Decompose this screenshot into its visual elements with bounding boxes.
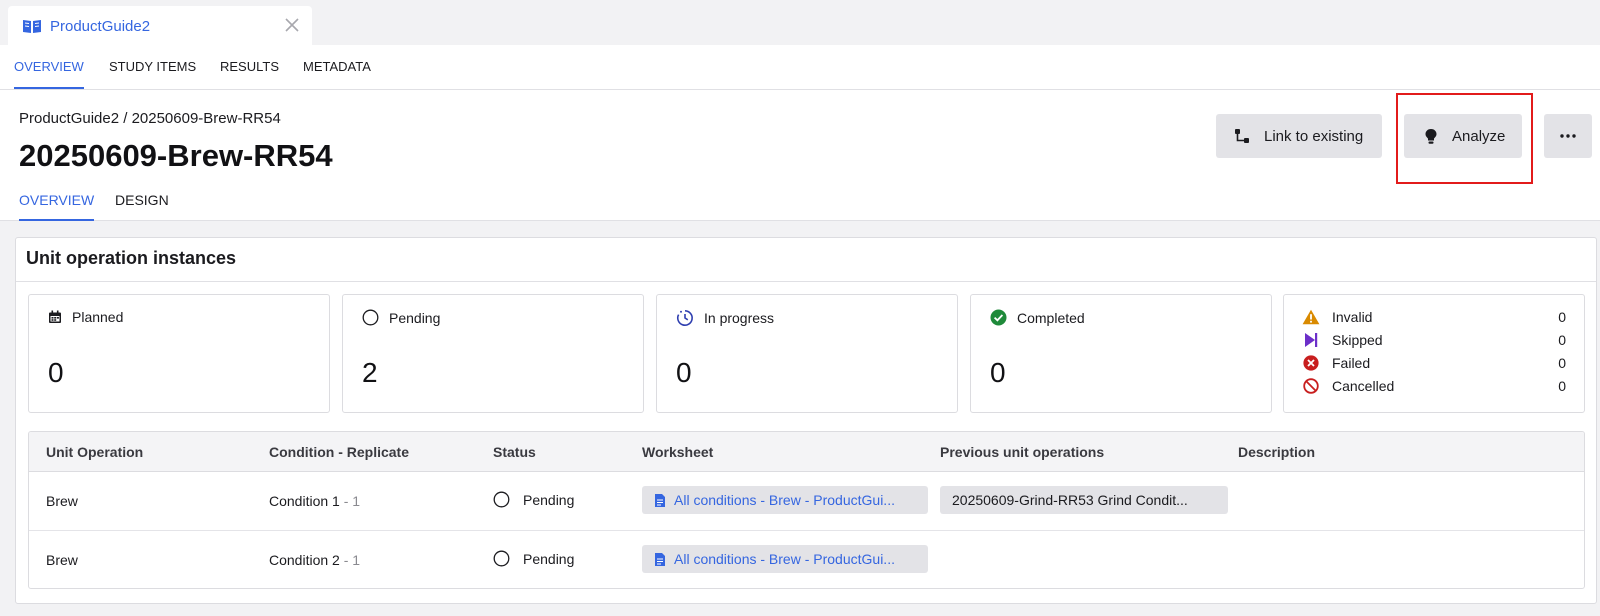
stat-completed-value: 0 — [990, 357, 1006, 388]
other-statuses-panel: Invalid 0 Skipped 0 Failed 0 Cancelled 0 — [1283, 294, 1585, 413]
tab-metadata[interactable]: METADATA — [303, 45, 371, 89]
no-entry-icon — [1303, 378, 1319, 394]
stat-completed: Completed 0 — [970, 294, 1272, 413]
close-icon[interactable] — [282, 15, 302, 35]
unit-operation-instances-card: Unit operation instances Planned 0 Pendi… — [15, 237, 1597, 604]
progress-circle-icon — [676, 310, 693, 326]
stat-pending: Pending 2 — [342, 294, 644, 413]
status-cancelled-row: Cancelled 0 — [1302, 376, 1566, 396]
condition-name: Condition 2 — [269, 552, 340, 568]
previous-unit-operation-chip[interactable]: 20250609-Grind-RR53 Grind Condit... — [940, 486, 1228, 514]
document-tab-title: ProductGuide2 — [50, 17, 151, 35]
page-header: ProductGuide2 / 20250609-Brew-RR54 20250… — [0, 90, 1600, 221]
stat-pending-label: Pending — [389, 309, 441, 326]
breadcrumb[interactable]: ProductGuide2 / 20250609-Brew-RR54 — [19, 110, 281, 127]
table-header: Unit Operation Condition - Replicate Sta… — [29, 432, 1584, 472]
table-row[interactable]: Brew Condition 2 - 1 Pending All conditi… — [29, 531, 1584, 588]
card-title: Unit operation instances — [26, 248, 237, 268]
stat-pending-value: 2 — [362, 357, 378, 388]
table-row[interactable]: Brew Condition 1 - 1 Pending All conditi… — [29, 472, 1584, 531]
replicate-number: - 1 — [339, 552, 361, 568]
cell-status: Pending — [493, 550, 574, 567]
tab-study-items[interactable]: STUDY ITEMS — [109, 45, 196, 89]
page-title: 20250609-Brew-RR54 — [19, 138, 333, 173]
worksheet-link[interactable]: All conditions - Brew - ProductGui... — [642, 545, 928, 573]
skip-icon — [1305, 333, 1318, 347]
status-failed-label: Failed — [1332, 355, 1371, 371]
tab-results[interactable]: RESULTS — [220, 45, 279, 89]
analyze-label: Analyze — [1452, 127, 1506, 145]
subtab-overview[interactable]: OVERVIEW — [19, 192, 95, 221]
empty-circle-icon — [493, 550, 510, 567]
document-icon — [655, 552, 665, 566]
calendar-icon — [49, 310, 61, 323]
book-icon — [23, 20, 41, 33]
link-to-existing-button[interactable]: Link to existing — [1216, 114, 1382, 158]
status-skipped-count: 0 — [1558, 332, 1566, 348]
status-label: Pending — [523, 550, 575, 567]
stat-in-progress-label: In progress — [704, 310, 775, 326]
stat-planned-label: Planned — [72, 309, 124, 325]
status-skipped-label: Skipped — [1332, 332, 1383, 348]
tab-overview[interactable]: OVERVIEW — [14, 45, 84, 89]
column-status[interactable]: Status — [493, 444, 536, 460]
cell-unit-operation: Brew — [46, 552, 78, 568]
main-nav-tabs: OVERVIEW STUDY ITEMS RESULTS METADATA — [0, 45, 1600, 90]
stat-planned-value: 0 — [48, 357, 64, 388]
more-horizontal-icon — [1560, 134, 1576, 138]
check-circle-icon — [990, 309, 1007, 326]
status-failed-row: Failed 0 — [1302, 353, 1566, 373]
more-actions-button[interactable] — [1544, 114, 1592, 158]
lightbulb-icon — [1425, 128, 1437, 144]
column-condition-replicate[interactable]: Condition - Replicate — [269, 444, 409, 460]
condition-name: Condition 1 — [269, 493, 340, 509]
status-skipped-row: Skipped 0 — [1302, 330, 1566, 350]
warning-triangle-icon — [1302, 309, 1320, 325]
unit-operations-table: Unit Operation Condition - Replicate Sta… — [28, 431, 1585, 589]
status-invalid-count: 0 — [1558, 309, 1566, 325]
stat-completed-label: Completed — [1017, 309, 1085, 326]
column-worksheet[interactable]: Worksheet — [642, 444, 713, 460]
worksheet-link-label: All conditions - Brew - ProductGui... — [674, 492, 895, 508]
status-failed-count: 0 — [1558, 355, 1566, 371]
cell-condition: Condition 1 - 1 — [269, 493, 360, 509]
worksheet-link-label: All conditions - Brew - ProductGui... — [674, 551, 895, 567]
column-description[interactable]: Description — [1238, 444, 1315, 460]
status-cancelled-count: 0 — [1558, 378, 1566, 394]
x-circle-icon — [1303, 355, 1319, 371]
cell-condition: Condition 2 - 1 — [269, 552, 360, 568]
link-to-existing-label: Link to existing — [1264, 127, 1364, 145]
status-cancelled-label: Cancelled — [1332, 378, 1395, 394]
worksheet-link[interactable]: All conditions - Brew - ProductGui... — [642, 486, 928, 514]
link-route-icon — [1235, 129, 1249, 143]
column-previous-unit-operations[interactable]: Previous unit operations — [940, 444, 1104, 460]
empty-circle-icon — [362, 309, 379, 326]
cell-unit-operation: Brew — [46, 493, 78, 509]
status-invalid-row: Invalid 0 — [1302, 307, 1566, 327]
column-unit-operation[interactable]: Unit Operation — [46, 444, 143, 460]
empty-circle-icon — [493, 491, 510, 508]
cell-status: Pending — [493, 491, 574, 508]
status-invalid-label: Invalid — [1332, 309, 1373, 325]
stat-in-progress-value: 0 — [676, 357, 692, 388]
status-label: Pending — [523, 491, 575, 508]
document-tab-bar: ProductGuide2 — [0, 0, 1600, 46]
replicate-number: - 1 — [339, 493, 361, 509]
stat-in-progress: In progress 0 — [656, 294, 958, 413]
card-divider — [16, 281, 1596, 282]
document-icon — [655, 493, 665, 507]
stat-planned: Planned 0 — [28, 294, 330, 413]
subtab-design[interactable]: DESIGN — [115, 192, 169, 221]
analyze-button[interactable]: Analyze — [1404, 114, 1522, 158]
document-tab[interactable]: ProductGuide2 — [8, 6, 312, 46]
